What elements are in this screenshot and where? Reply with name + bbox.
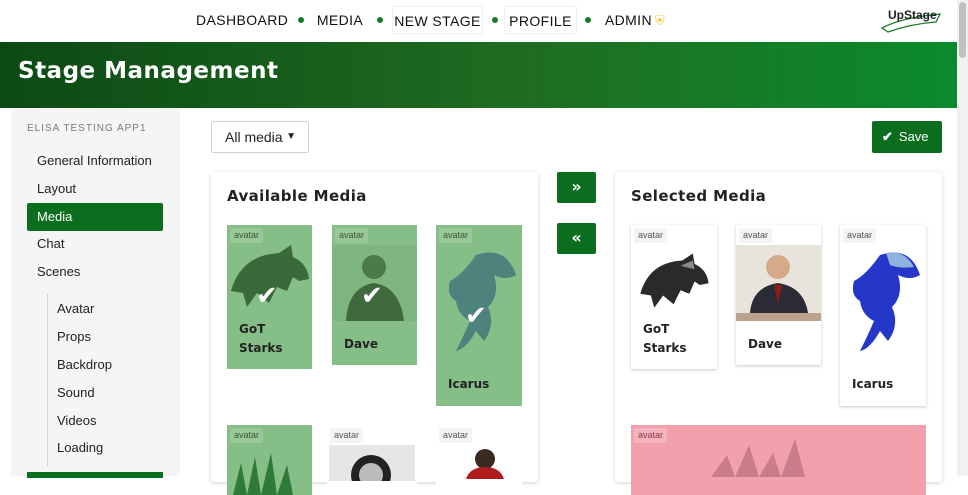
upstage-logo[interactable]: UpStage: [880, 6, 948, 34]
wolf-sigil-icon: [640, 253, 709, 308]
selected-check-icon: ✔: [256, 281, 278, 311]
spikes-icon: [233, 453, 293, 495]
media-card-label: Icarus: [448, 377, 490, 391]
selected-check-icon: ✔: [465, 301, 487, 331]
chevron-down-icon: ▼: [286, 131, 296, 142]
stage-name: ELISA TESTING APP1: [27, 123, 147, 134]
media-card[interactable]: avatar: [436, 425, 522, 495]
media-card[interactable]: avatar ✔ GoT Starks: [227, 225, 312, 369]
double-chevron-left-icon: «: [571, 228, 582, 247]
icarus-figure-icon: [852, 252, 920, 351]
selected-check-icon: ✔: [361, 281, 383, 311]
shield-icon: ⛨: [654, 13, 666, 28]
nav-profile[interactable]: PROFILE: [504, 6, 577, 34]
logo-text: UpStage: [888, 8, 937, 22]
media-card[interactable]: avatar ✔ Icarus: [436, 225, 522, 406]
scrollbar-thumb[interactable]: [959, 2, 966, 58]
nav-new-stage[interactable]: NEW STAGE: [392, 6, 483, 34]
page-scrollbar[interactable]: [957, 0, 968, 476]
spikes-icon: [711, 439, 805, 477]
stage-sidebar: ELISA TESTING APP1 General Information L…: [11, 108, 180, 478]
media-type-tag: avatar: [843, 228, 877, 243]
sidebar-subitem-props[interactable]: Props: [57, 326, 91, 348]
nav-separator: [298, 17, 304, 23]
scenes-submenu-line: [47, 294, 48, 466]
nav-separator: [585, 17, 591, 23]
media-card[interactable]: avatar Icarus: [840, 225, 926, 406]
media-card[interactable]: avatar: [327, 425, 417, 495]
person-photo-icon: [736, 245, 821, 321]
media-card[interactable]: avatar: [631, 425, 926, 495]
sidebar-item-general-information[interactable]: General Information: [27, 147, 163, 175]
media-card-label: Icarus: [852, 377, 894, 391]
top-navigation: DASHBOARD MEDIA NEW STAGE PROFILE ADMIN ⛨…: [0, 0, 968, 42]
nav-media[interactable]: MEDIA: [314, 6, 366, 34]
media-card[interactable]: avatar GoT Starks: [631, 225, 717, 369]
media-type-tag: avatar: [634, 228, 668, 243]
media-card-label: Dave: [748, 337, 783, 351]
add-to-selected-button[interactable]: »: [557, 172, 596, 203]
media-type-tag: avatar: [230, 428, 264, 443]
sidebar-item-scenes[interactable]: Scenes: [27, 258, 163, 286]
available-media-title: Available Media: [227, 187, 367, 205]
nav-admin[interactable]: ADMIN ⛨: [600, 6, 670, 34]
sidebar-subitem-avatar[interactable]: Avatar: [57, 298, 94, 320]
media-filter-select[interactable]: All media ▼: [211, 121, 309, 153]
media-type-tag: avatar: [330, 428, 364, 443]
remove-from-selected-button[interactable]: «: [557, 223, 596, 254]
media-card[interactable]: avatar ✔ Dave: [332, 225, 417, 365]
sidebar-item-chat[interactable]: Chat: [27, 230, 163, 258]
media-card[interactable]: avatar: [227, 425, 312, 495]
person-photo-icon: [466, 449, 504, 479]
media-filter-value: All media: [225, 129, 283, 145]
media-type-tag: avatar: [439, 228, 473, 243]
media-card-label: Dave: [344, 337, 379, 351]
sidebar-item-media[interactable]: Media: [27, 203, 163, 231]
nav-separator: [492, 17, 498, 23]
available-media-panel: Available Media avatar ✔ GoT Starks avat…: [211, 172, 538, 495]
nav-dashboard[interactable]: DASHBOARD: [196, 6, 288, 34]
media-card[interactable]: avatar Dave: [736, 225, 821, 365]
media-type-tag: avatar: [335, 228, 369, 243]
check-icon: ✔: [882, 129, 893, 144]
sidebar-subitem-loading[interactable]: Loading: [57, 437, 103, 459]
media-type-tag: avatar: [439, 428, 473, 443]
sidebar-subitem-backdrop[interactable]: Backdrop: [57, 354, 112, 376]
save-button-label: Save: [898, 129, 929, 144]
nav-admin-label: ADMIN: [604, 12, 652, 28]
page-title: Stage Management: [18, 58, 279, 84]
media-type-tag: avatar: [739, 228, 773, 243]
page-banner: Stage Management: [0, 42, 957, 108]
sidebar-item-layout[interactable]: Layout: [27, 175, 163, 203]
double-chevron-right-icon: »: [571, 177, 582, 196]
media-card-label: GoT Starks: [643, 322, 687, 355]
sidebar-subitem-sound[interactable]: Sound: [57, 382, 95, 404]
media-card-label: GoT Starks: [239, 322, 283, 355]
selected-media-title: Selected Media: [631, 187, 767, 205]
nav-separator: [377, 17, 383, 23]
sidebar-subitem-videos[interactable]: Videos: [57, 410, 97, 432]
sidebar-next-item[interactable]: [27, 472, 163, 478]
selected-media-panel: Selected Media avatar GoT Starks avatar …: [615, 172, 942, 495]
save-button[interactable]: ✔ Save: [872, 121, 942, 153]
